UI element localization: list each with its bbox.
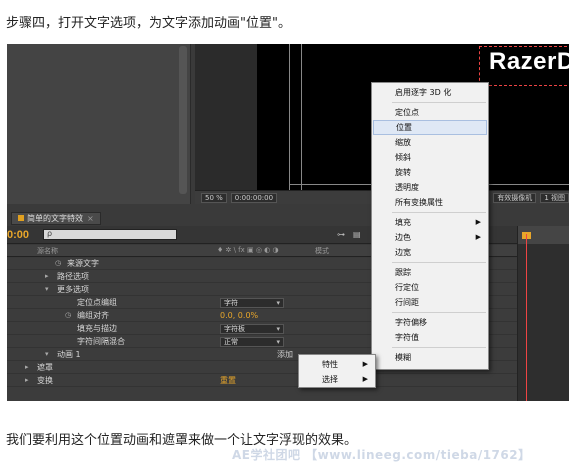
menu-separator bbox=[392, 212, 486, 213]
menu-item-label: 启用逐字 3D 化 bbox=[395, 88, 452, 97]
camera-select[interactable]: 有效摄像机 bbox=[493, 192, 537, 203]
add-animator-button[interactable]: 添加 bbox=[277, 349, 293, 360]
menu-item-label: 所有变换属性 bbox=[395, 198, 443, 207]
submenu-arrow-icon: ▶ bbox=[362, 375, 368, 383]
property-dropdown[interactable]: 字符 bbox=[220, 298, 284, 308]
close-icon[interactable]: × bbox=[87, 214, 94, 223]
menu-separator bbox=[392, 102, 486, 103]
graph-editor-icon[interactable]: ⊶ bbox=[337, 230, 345, 239]
menu-item-label: 边宽 bbox=[395, 248, 411, 257]
menu-item[interactable]: 边宽 bbox=[373, 245, 487, 260]
property-dropdown[interactable]: 字符板 bbox=[220, 324, 284, 334]
collapse-arrow-icon[interactable]: ▾ bbox=[45, 349, 49, 360]
menu-item[interactable]: 行定位 bbox=[373, 280, 487, 295]
timeline-row-label: 来源文字 bbox=[67, 259, 99, 268]
menu-item-label: 倾斜 bbox=[395, 153, 411, 162]
menu-item[interactable]: 启用逐字 3D 化 bbox=[373, 85, 487, 100]
time-track[interactable] bbox=[517, 226, 569, 401]
menu-item-label: 跟踪 bbox=[395, 268, 411, 277]
menu-item[interactable]: 定位点 bbox=[373, 105, 487, 120]
menu-separator bbox=[392, 262, 486, 263]
menu-item[interactable]: 模糊 bbox=[373, 350, 487, 365]
menu-item[interactable]: 所有变换属性 bbox=[373, 195, 487, 210]
menu-item[interactable]: 填充 ▶ bbox=[373, 215, 487, 230]
timeline-timecode[interactable]: 0:00 bbox=[7, 229, 29, 241]
menu-item-label: 模糊 bbox=[395, 353, 411, 362]
menu-item-label: 边色 bbox=[395, 233, 411, 242]
property-value[interactable]: 重置 bbox=[220, 375, 236, 386]
timeline-row-label: 动画 1 bbox=[57, 350, 81, 359]
menu-item-label: 字符值 bbox=[395, 333, 419, 342]
submenu-arrow-icon: ▶ bbox=[475, 218, 481, 226]
menu-item[interactable]: 倾斜 bbox=[373, 150, 487, 165]
timeline-row-label: 编组对齐 bbox=[77, 311, 109, 320]
scrollbar[interactable] bbox=[179, 46, 187, 194]
col-switches[interactable]: ♦ ✲ \ fx ▣ ◎ ◐ ◑ bbox=[217, 246, 279, 254]
expand-arrow-icon[interactable]: ▸ bbox=[25, 362, 29, 373]
step-title: 步骤四，打开文字选项，为文字添加动画"位置"。 bbox=[6, 16, 291, 31]
collapse-arrow-icon[interactable]: ▾ bbox=[45, 284, 49, 295]
safe-margin-line bbox=[301, 44, 302, 190]
stopwatch-icon[interactable]: ◷ bbox=[65, 310, 71, 321]
menu-item[interactable]: 字符偏移 bbox=[373, 315, 487, 330]
menu-item-label: 字符偏移 bbox=[395, 318, 427, 327]
menu-item-label: 旋转 bbox=[395, 168, 411, 177]
stopwatch-icon[interactable]: ◷ bbox=[55, 258, 61, 269]
menu-item-label: 定位点 bbox=[395, 108, 419, 117]
menu-item[interactable]: 缩放 bbox=[373, 135, 487, 150]
menu-item[interactable]: 边色 ▶ bbox=[373, 230, 487, 245]
timeline-row-label: 遮罩 bbox=[37, 363, 53, 372]
animate-context-menu: 启用逐字 3D 化定位点位置缩放倾斜旋转透明度所有变换属性 填充 ▶ 边色 ▶ 边宽跟踪行… bbox=[371, 82, 489, 370]
timeline-row-label: 定位点编组 bbox=[77, 298, 117, 307]
search-icon: ρ bbox=[47, 229, 53, 238]
menu-item[interactable]: 跟踪 bbox=[373, 265, 487, 280]
menu-item[interactable]: 旋转 bbox=[373, 165, 487, 180]
project-panel bbox=[7, 44, 191, 204]
timeline-row-label: 填充与描边 bbox=[77, 324, 117, 333]
menu-item[interactable]: 行间距 bbox=[373, 295, 487, 310]
expand-arrow-icon[interactable]: ▸ bbox=[45, 271, 49, 282]
timeline-row-label: 变换 bbox=[37, 376, 53, 385]
menu-item-label: 行定位 bbox=[395, 283, 419, 292]
expand-arrow-icon[interactable]: ▸ bbox=[25, 375, 29, 386]
viewer-timecode[interactable]: 0:00:00:00 bbox=[230, 192, 278, 203]
menu-item[interactable]: 透明度 bbox=[373, 180, 487, 195]
timeline-tab[interactable]: 简单的文字特效 × bbox=[11, 212, 101, 225]
menu-item-label: 选择 bbox=[322, 375, 338, 384]
zoom-select[interactable]: 50 % bbox=[201, 192, 227, 203]
col-mode[interactable]: 模式 bbox=[315, 246, 329, 256]
menu-item-label: 透明度 bbox=[395, 183, 419, 192]
safe-margin-line bbox=[289, 44, 290, 190]
add-context-menu: 特性 ▶ 选择 ▶ bbox=[298, 354, 376, 388]
timeline-row-label: 路径选项 bbox=[57, 272, 89, 281]
menu-item[interactable]: 位置 bbox=[373, 120, 487, 135]
col-source-name[interactable]: 源名称 bbox=[37, 246, 58, 256]
views-select[interactable]: 1 视图 bbox=[540, 192, 569, 203]
menu-item[interactable]: 选择 ▶ bbox=[300, 372, 374, 387]
menu-item-label: 缩放 bbox=[395, 138, 411, 147]
comp-text-layer[interactable]: RazerDP bbox=[489, 48, 569, 76]
menu-separator bbox=[392, 347, 486, 348]
menu-item-label: 位置 bbox=[396, 123, 412, 132]
menu-item-label: 特性 bbox=[322, 360, 338, 369]
timeline-row-label: 字符间隔混合 bbox=[77, 337, 125, 346]
timeline-tab-label: 简单的文字特效 bbox=[27, 214, 83, 223]
menu-item-label: 填充 bbox=[395, 218, 411, 227]
property-dropdown[interactable]: 正常 bbox=[220, 337, 284, 347]
comp-mini-flow-icon[interactable]: ▤ bbox=[353, 230, 361, 239]
watermark: AE学社团吧 【www.lineeg.com/tieba/1762】 bbox=[232, 448, 531, 462]
timeline-search-input[interactable]: ρ bbox=[43, 229, 177, 240]
playhead-line bbox=[526, 234, 527, 401]
submenu-arrow-icon: ▶ bbox=[362, 360, 368, 368]
menu-item-label: 行间距 bbox=[395, 298, 419, 307]
timeline-row-label: 更多选项 bbox=[57, 285, 89, 294]
menu-separator bbox=[392, 312, 486, 313]
comp-icon bbox=[18, 215, 24, 221]
menu-item[interactable]: 特性 ▶ bbox=[300, 357, 374, 372]
submenu-arrow-icon: ▶ bbox=[475, 233, 481, 241]
menu-item[interactable]: 字符值 bbox=[373, 330, 487, 345]
property-value[interactable]: 0.0, 0.0% bbox=[220, 310, 258, 321]
timeline-row[interactable]: ▸ 变换 重置 bbox=[7, 375, 517, 387]
